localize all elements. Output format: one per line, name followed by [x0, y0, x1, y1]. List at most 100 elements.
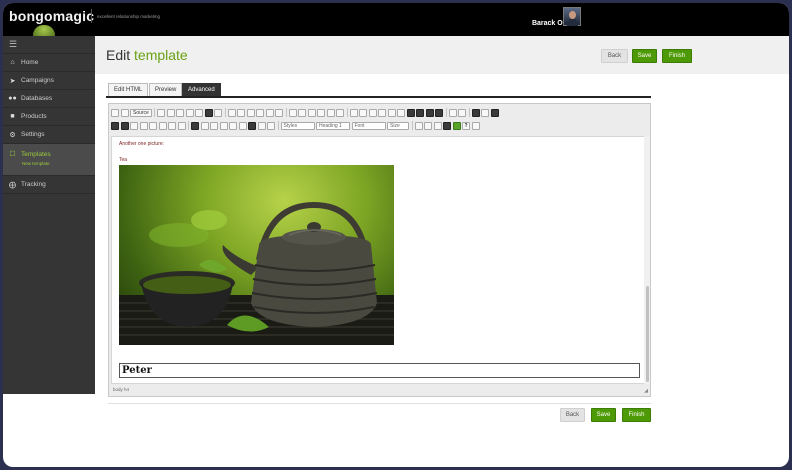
text-field-icon[interactable] — [219, 121, 228, 130]
blockquote-icon[interactable] — [387, 108, 396, 117]
outdent-icon[interactable] — [368, 108, 377, 117]
replace-icon[interactable] — [256, 108, 265, 117]
green-plugin-icon[interactable] — [452, 121, 461, 130]
italic-icon[interactable] — [298, 108, 307, 117]
editor-content-area[interactable]: Another one picture: Tea Peter — [111, 136, 647, 384]
bold-icon[interactable] — [288, 108, 297, 117]
sidebar-item-databases[interactable]: ●● Databases — [3, 90, 95, 108]
tab-edit-html[interactable]: Edit HTML — [108, 83, 149, 96]
brand-logo[interactable]: bongomagic — [9, 8, 94, 24]
paste-word-icon[interactable] — [195, 108, 204, 117]
print-icon[interactable] — [204, 108, 213, 117]
table-icon[interactable] — [130, 121, 138, 130]
div-icon[interactable] — [397, 108, 406, 117]
heading-text-block[interactable]: Peter — [119, 363, 640, 378]
link-icon[interactable] — [471, 108, 480, 117]
sidebar-item-tracking[interactable]: ⨁ Tracking — [3, 176, 95, 194]
page-break-icon[interactable] — [168, 121, 176, 130]
sidebar-toggle[interactable]: ☰ — [3, 36, 95, 54]
smiley-icon[interactable] — [149, 121, 157, 130]
footer-save-button[interactable]: Save — [591, 408, 616, 422]
numbered-list-icon[interactable] — [349, 108, 358, 117]
paste-icon[interactable] — [176, 108, 185, 117]
size-dropdown[interactable]: Size — [387, 121, 409, 130]
sidebar-item-home[interactable]: ⌂ Home — [3, 54, 95, 72]
horizontal-rule-icon[interactable] — [139, 121, 148, 130]
source-button[interactable]: Source — [130, 108, 152, 117]
sidebar-subitem-new-template[interactable]: New template — [22, 161, 50, 166]
unlink-icon[interactable] — [481, 108, 490, 117]
text-color-icon[interactable] — [448, 108, 457, 117]
save-button[interactable]: Save — [632, 49, 657, 63]
indent-icon[interactable] — [378, 108, 387, 117]
paste-text-icon[interactable] — [185, 108, 194, 117]
form-icon[interactable] — [191, 121, 199, 130]
sidebar-item-label: Products — [21, 113, 47, 120]
sidebar-item-label: Home — [21, 59, 39, 66]
tab-preview[interactable]: Preview — [149, 83, 183, 96]
checkbox-field-icon[interactable] — [200, 121, 209, 130]
editor-scrollbar[interactable] — [644, 136, 650, 384]
sidebar-item-label: Tracking — [21, 181, 46, 188]
sidebar-item-templates[interactable]: ☐ Templates New template — [3, 144, 95, 176]
copy-icon[interactable] — [166, 108, 175, 117]
find-icon[interactable] — [246, 108, 255, 117]
maximize-icon[interactable] — [414, 121, 423, 130]
sidebar-item-label: Databases — [21, 95, 53, 102]
template-icon[interactable] — [433, 121, 442, 130]
underline-icon[interactable] — [307, 108, 316, 117]
footer-back-button[interactable]: Back — [560, 408, 585, 422]
resize-handle-icon[interactable]: ◢ — [644, 388, 648, 394]
sidebar-item-label: Templates — [21, 150, 51, 158]
align-right-icon[interactable] — [425, 108, 434, 117]
format-dropdown[interactable]: Heading 1 — [316, 121, 350, 130]
flash-icon[interactable] — [120, 121, 129, 130]
image-icon[interactable] — [111, 121, 119, 130]
font-dropdown[interactable]: Font — [351, 121, 386, 130]
spellcheck-icon[interactable] — [214, 108, 223, 117]
styles-dropdown[interactable]: Styles — [280, 121, 315, 130]
select-field-icon[interactable] — [238, 121, 247, 130]
strike-icon[interactable] — [317, 108, 326, 117]
back-button[interactable]: Back — [601, 49, 628, 63]
scrollbar-thumb[interactable] — [646, 286, 649, 382]
undo-icon[interactable] — [227, 108, 236, 117]
cut-icon[interactable] — [157, 108, 166, 117]
select-all-icon[interactable] — [265, 108, 274, 117]
align-center-icon[interactable] — [416, 108, 425, 117]
preview-icon[interactable] — [120, 108, 129, 117]
align-left-icon[interactable] — [406, 108, 415, 117]
editor-element-path[interactable]: body h4 — [113, 387, 129, 392]
textarea-field-icon[interactable] — [229, 121, 237, 130]
fullscreen-icon[interactable] — [471, 121, 480, 130]
special-char-icon[interactable] — [158, 121, 167, 130]
image-button-icon[interactable] — [257, 121, 266, 130]
avatar[interactable] — [563, 7, 581, 26]
hidden-field-icon[interactable] — [267, 121, 275, 130]
finish-button[interactable]: Finish — [662, 49, 692, 63]
sidebar-item-products[interactable]: ■ Products — [3, 108, 95, 126]
tab-advanced[interactable]: Advanced — [182, 83, 221, 96]
radio-field-icon[interactable] — [210, 121, 218, 130]
subscript-icon[interactable] — [326, 108, 335, 117]
sidebar-item-templates-row: ☐ Templates — [8, 150, 51, 159]
help-icon[interactable]: ? — [462, 121, 470, 130]
sidebar-item-campaigns[interactable]: ➤ Campaigns — [3, 72, 95, 90]
redo-icon[interactable] — [237, 108, 246, 117]
footer-finish-button[interactable]: Finish — [622, 408, 651, 422]
anchor-icon[interactable] — [490, 108, 499, 117]
bulleted-list-icon[interactable] — [359, 108, 368, 117]
show-blocks-icon[interactable] — [424, 121, 432, 130]
new-page-icon[interactable] — [111, 108, 119, 117]
save-doc-icon[interactable] — [443, 121, 451, 130]
sidebar-item-settings[interactable]: ⚙ Settings — [3, 126, 95, 144]
align-justify-icon[interactable] — [435, 108, 444, 117]
superscript-icon[interactable] — [336, 108, 345, 117]
page-title: Edit template — [106, 47, 188, 63]
teapot-image[interactable] — [119, 165, 394, 345]
remove-format-icon[interactable] — [275, 108, 284, 117]
content-line-1: Another one picture: — [119, 141, 165, 147]
button-field-icon[interactable] — [248, 121, 256, 130]
bg-color-icon[interactable] — [458, 108, 467, 117]
iframe-icon[interactable] — [177, 121, 186, 130]
